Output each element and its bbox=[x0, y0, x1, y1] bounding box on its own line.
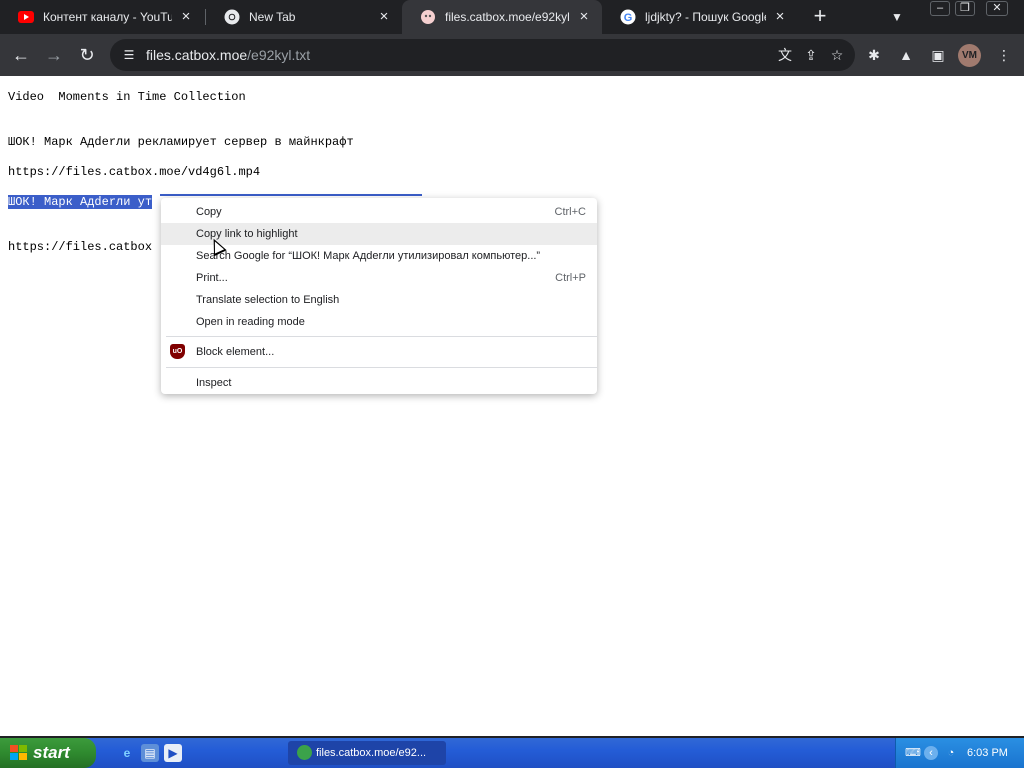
tab-title: files.catbox.moe/e92kyl.txt bbox=[445, 10, 570, 24]
internet-explorer-icon[interactable]: e bbox=[118, 744, 136, 762]
text-line: https://files.catbox bbox=[8, 240, 153, 254]
menu-item-label: Translate selection to English bbox=[196, 294, 340, 306]
translate-icon[interactable]: 文 bbox=[775, 45, 795, 65]
selection-highlight bbox=[160, 194, 422, 196]
menu-divider bbox=[166, 336, 597, 337]
menu-icon[interactable]: ⋮ bbox=[994, 45, 1014, 65]
menu-item-label: Block element... bbox=[196, 346, 275, 358]
share-icon[interactable]: ⇪ bbox=[801, 45, 821, 65]
bookmark-star-icon[interactable]: ☆ bbox=[827, 45, 847, 65]
start-button[interactable]: start bbox=[0, 738, 96, 768]
tab-title: Контент каналу - YouTube bbox=[43, 10, 172, 24]
collapse-tray-icon[interactable]: ‹ bbox=[924, 746, 938, 760]
text-line: https://files.catbox.moe/vd4g6l.mp4 bbox=[8, 165, 261, 179]
close-icon[interactable]: × bbox=[178, 9, 194, 25]
tab-search-button[interactable]: ▼ bbox=[885, 5, 909, 29]
tab-catbox[interactable]: files.catbox.moe/e92kyl.txt × bbox=[402, 0, 602, 34]
menu-item-reading-mode[interactable]: Open in reading mode bbox=[161, 311, 597, 333]
menu-item-inspect[interactable]: Inspect bbox=[161, 371, 597, 395]
menu-item-translate[interactable]: Translate selection to English bbox=[161, 289, 597, 311]
tab-title: ljdjkty? - Пошук Google bbox=[645, 10, 766, 24]
url-path: /e92kyl.txt bbox=[247, 47, 311, 63]
menu-item-block-element[interactable]: uO Block element... bbox=[161, 340, 597, 364]
windows-logo-icon bbox=[10, 745, 28, 761]
menu-item-copy-link-to-highlight[interactable]: Copy link to highlight bbox=[161, 223, 597, 245]
browser-toolbar: ← → ↻ ☰ files.catbox.moe/e92kyl.txt 文 ⇪ … bbox=[0, 34, 1024, 76]
tab-title: New Tab bbox=[249, 10, 296, 24]
menu-item-shortcut: Ctrl+P bbox=[555, 272, 586, 284]
url-host: files.catbox.moe bbox=[146, 47, 248, 63]
tab-youtube[interactable]: Контент каналу - YouTube × bbox=[0, 0, 204, 34]
taskbar-button-label: files.catbox.moe/e92... bbox=[316, 747, 427, 759]
menu-item-label: Inspect bbox=[196, 377, 232, 389]
labs-flask-icon[interactable]: ▲ bbox=[896, 45, 916, 65]
back-button[interactable]: ← bbox=[8, 42, 34, 68]
omnibox-actions: 文 ⇪ ☆ bbox=[775, 45, 847, 65]
text-line: ШОК! Марк Адderли рекламирует сервер в м… bbox=[8, 135, 354, 149]
start-label: start bbox=[33, 743, 70, 762]
context-menu: Copy Ctrl+C Copy link to highlight Searc… bbox=[161, 198, 597, 394]
reload-button[interactable]: ↻ bbox=[74, 42, 100, 68]
tab-google-search[interactable]: G ljdjkty? - Пошук Google × bbox=[602, 0, 798, 34]
avatar[interactable]: VM bbox=[958, 44, 981, 67]
tab-strip: Контент каналу - YouTube × New Tab × fil… bbox=[0, 0, 1024, 34]
close-window-button[interactable]: ✕ bbox=[986, 1, 1008, 16]
menu-item-label: Copy bbox=[196, 206, 222, 218]
tab-new-tab[interactable]: New Tab × bbox=[206, 0, 402, 34]
close-icon[interactable]: × bbox=[576, 9, 592, 25]
close-icon[interactable]: × bbox=[772, 9, 788, 25]
close-icon[interactable]: × bbox=[376, 9, 392, 25]
text-line: Video Moments in Time Collection bbox=[8, 90, 246, 104]
minimize-button[interactable]: – bbox=[930, 1, 950, 16]
system-tray: ⌨ ‹ ◔ 6:03 PM bbox=[895, 738, 1024, 768]
restore-button[interactable]: ❐ bbox=[955, 1, 975, 16]
forward-button[interactable]: → bbox=[41, 42, 67, 68]
media-player-icon[interactable]: ▶ bbox=[164, 744, 182, 762]
menu-item-label: Search Google for “ШОК! Марк Адderли ути… bbox=[196, 250, 541, 262]
network-icon[interactable]: ◔ bbox=[944, 746, 958, 760]
menu-item-print[interactable]: Print... Ctrl+P bbox=[161, 267, 597, 289]
site-info-icon[interactable]: ☰ bbox=[120, 46, 138, 64]
extensions-icon[interactable]: ✱ bbox=[864, 45, 884, 65]
page-content: Video Moments in Time Collection ШОК! Ма… bbox=[0, 76, 1024, 736]
address-bar[interactable]: ☰ files.catbox.moe/e92kyl.txt 文 ⇪ ☆ bbox=[110, 39, 855, 71]
menu-item-shortcut: Ctrl+C bbox=[554, 206, 586, 218]
taskbar-button-chrome[interactable]: files.catbox.moe/e92... bbox=[288, 741, 446, 765]
menu-item-copy[interactable]: Copy Ctrl+C bbox=[161, 201, 597, 223]
svg-text:G: G bbox=[624, 12, 633, 24]
google-icon: G bbox=[620, 9, 636, 25]
menu-divider bbox=[166, 367, 597, 368]
chrome-icon bbox=[224, 9, 240, 25]
menu-item-label: Copy link to highlight bbox=[196, 228, 298, 240]
catbox-icon bbox=[420, 9, 436, 25]
show-desktop-icon[interactable]: ▤ bbox=[141, 744, 159, 762]
taskbar: start e ▤ ▶ files.catbox.moe/e92... ⌨ ‹ … bbox=[0, 738, 1024, 768]
new-tab-button[interactable]: + bbox=[808, 5, 832, 29]
menu-item-label: Open in reading mode bbox=[196, 316, 305, 328]
keyboard-icon[interactable]: ⌨ bbox=[905, 746, 921, 760]
side-panel-icon[interactable]: ▣ bbox=[928, 45, 948, 65]
selected-text[interactable]: ШОК! Марк Адderли ут bbox=[8, 195, 153, 209]
menu-item-label: Print... bbox=[196, 272, 228, 284]
ublock-origin-icon: uO bbox=[170, 344, 185, 359]
clock: 6:03 PM bbox=[967, 747, 1008, 759]
youtube-icon bbox=[18, 9, 34, 25]
chrome-icon bbox=[297, 745, 312, 760]
menu-item-search-google[interactable]: Search Google for “ШОК! Марк Адderли ути… bbox=[161, 245, 597, 267]
